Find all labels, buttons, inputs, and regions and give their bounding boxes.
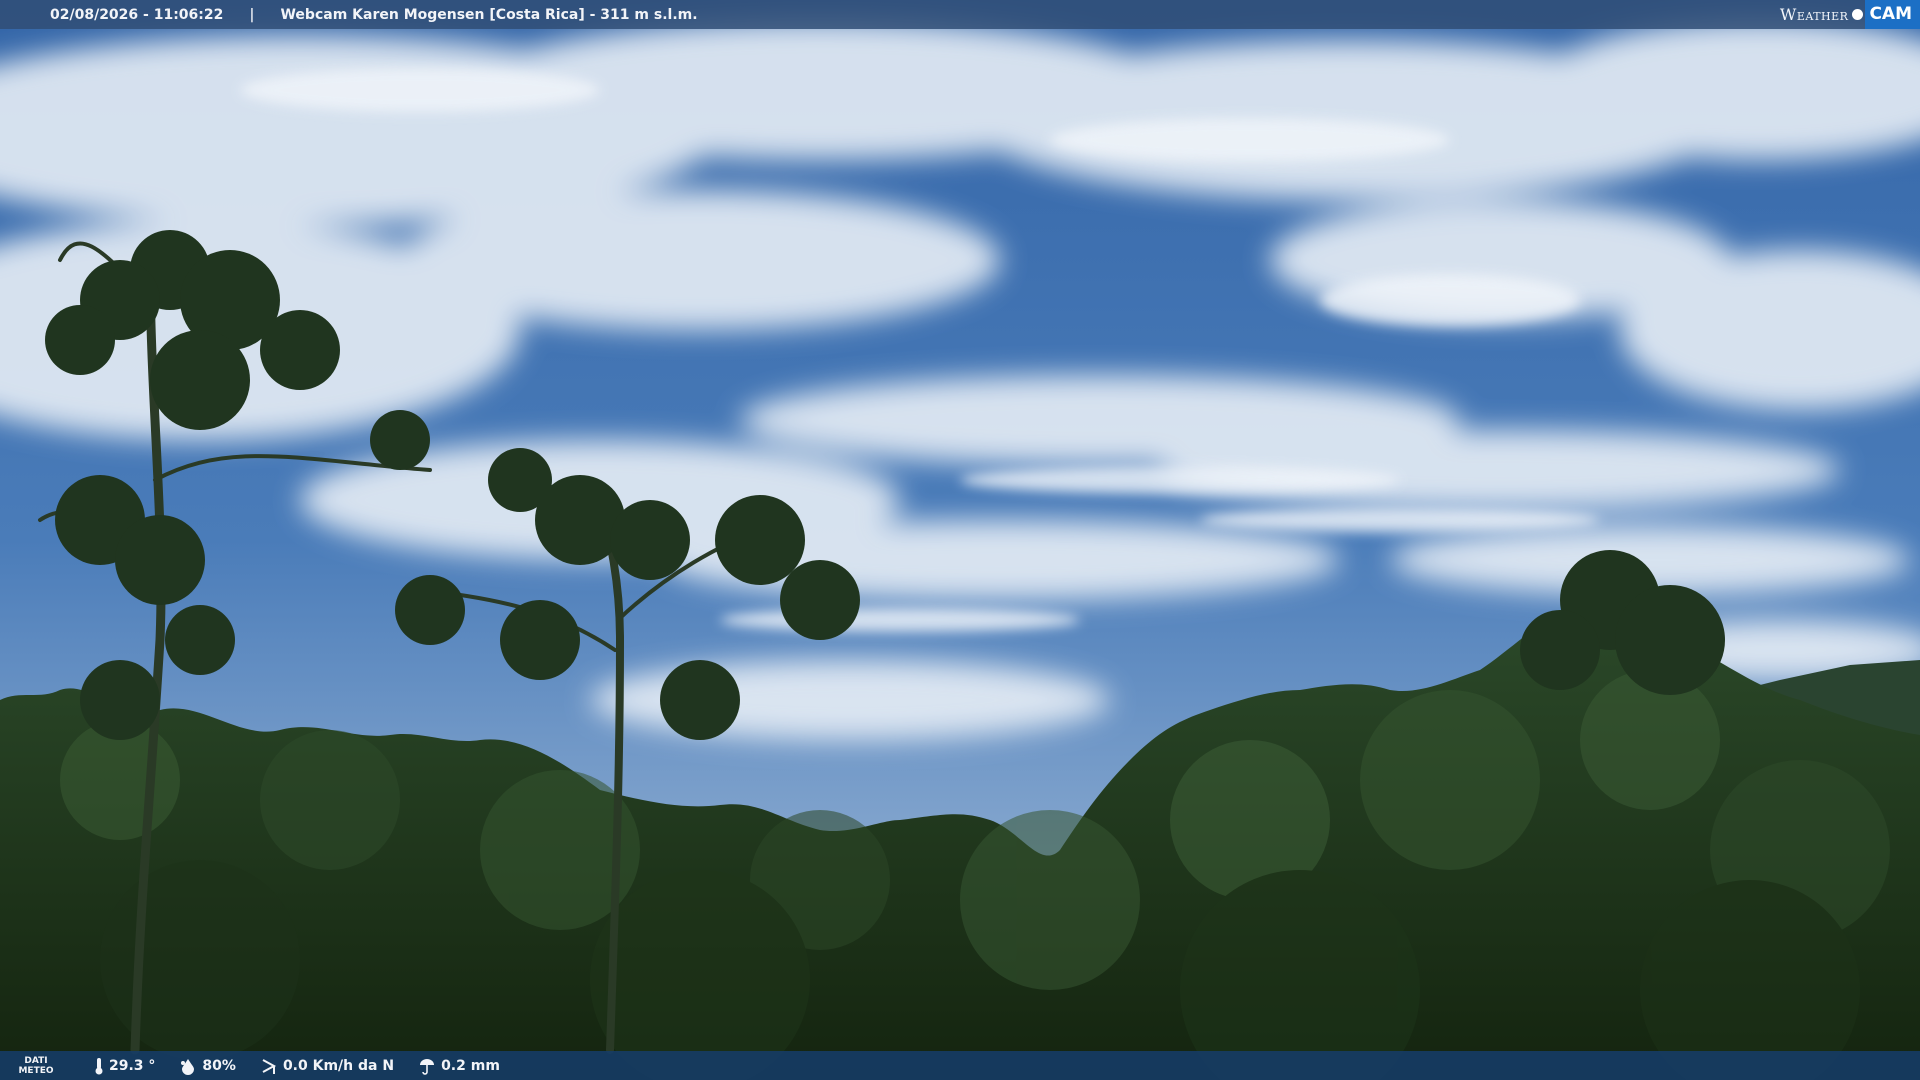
- webcam-scene: [0, 0, 1920, 1080]
- top-info-bar: 02/08/2026 - 11:06:22 | Webcam Karen Mog…: [0, 0, 1920, 29]
- rain-icon: [420, 1058, 435, 1075]
- weathercam-logo: Weather CAM: [1780, 0, 1920, 29]
- thermometer-icon: [95, 1057, 103, 1074]
- header-separator: |: [249, 6, 255, 23]
- rain-value: 0.2 mm: [441, 1057, 500, 1074]
- weather-data-bar: DATI METEO 29.3 ° 80% 0.0 Km/h da N 0.2 …: [0, 1051, 1920, 1080]
- rain-reading: 0.2 mm: [418, 1057, 500, 1075]
- humidity-reading: 80%: [179, 1057, 236, 1075]
- logo-weather-text: Weather: [1779, 5, 1849, 24]
- logo-dot-icon: [1852, 9, 1864, 20]
- dati-meteo-label: DATI METEO: [16, 1056, 56, 1076]
- datetime-label: 02/08/2026 - 11:06:22: [50, 6, 224, 23]
- wind-icon: [262, 1058, 277, 1074]
- logo-cam-text: CAM: [1865, 0, 1920, 29]
- humidity-icon: [181, 1058, 195, 1075]
- wind-reading: 0.0 Km/h da N: [260, 1057, 394, 1075]
- wind-value: 0.0 Km/h da N: [282, 1057, 395, 1074]
- webcam-title: Webcam Karen Mogensen [Costa Rica] - 311…: [280, 6, 698, 23]
- meteo-label: METEO: [18, 1065, 54, 1076]
- dati-label: DATI: [24, 1055, 48, 1066]
- humidity-value: 80%: [202, 1057, 236, 1074]
- temperature-reading: 29.3 °: [94, 1057, 155, 1075]
- temperature-value: 29.3 °: [109, 1057, 156, 1074]
